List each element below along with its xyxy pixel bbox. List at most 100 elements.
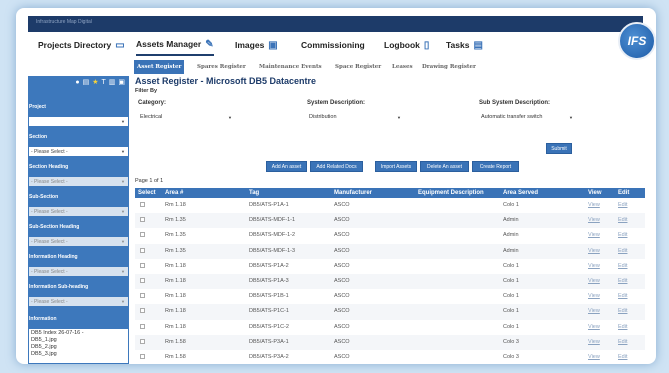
nav-logbook[interactable]: Logbook ▯ (384, 34, 429, 56)
cell-tag: DB5/ATS-P1A-3 (249, 277, 289, 284)
edit-link[interactable]: Edit (618, 248, 627, 254)
view-link[interactable]: View (588, 354, 600, 360)
information-heading-select[interactable]: - Please Select - ▼ (29, 267, 128, 276)
header-view: View (588, 190, 602, 196)
trash-icon[interactable]: ▥ (109, 78, 116, 86)
nav-assets-manager[interactable]: Assets Manager ✎ (136, 34, 214, 56)
chevron-down-icon: ▼ (397, 114, 401, 120)
nav-label: Tasks (446, 40, 470, 50)
sub-system-description-select[interactable]: Automatic transfer switch ▼ (479, 112, 575, 122)
view-link[interactable]: View (588, 202, 600, 208)
row-checkbox[interactable] (140, 323, 145, 329)
row-checkbox[interactable] (140, 338, 145, 344)
list-item[interactable]: DB5_2.jpg (31, 344, 126, 351)
edit-link[interactable]: Edit (618, 202, 627, 208)
list-item[interactable]: DB5_1.jpg (31, 337, 126, 344)
save-icon[interactable]: ▣ (118, 78, 125, 86)
list-item[interactable]: DB5_3.jpg (31, 351, 126, 358)
chevron-down-icon: ▼ (121, 239, 125, 244)
subtab-space-register[interactable]: Space Register (332, 60, 384, 74)
row-checkbox[interactable] (140, 277, 145, 283)
view-link[interactable]: View (588, 278, 600, 284)
header-select[interactable]: Select (138, 190, 156, 196)
delete-asset-button[interactable]: Delete An asset (420, 161, 469, 172)
add-asset-button[interactable]: Add An asset (266, 161, 307, 172)
subtab-drawing-register[interactable]: Drawing Register (419, 60, 479, 74)
information-sub-heading-select[interactable]: - Please Select - ▼ (29, 297, 128, 306)
edit-link[interactable]: Edit (618, 232, 627, 238)
section-select[interactable]: - Please Select - ▼ (29, 147, 128, 156)
document-icon[interactable]: ▤ (83, 78, 90, 86)
nav-images[interactable]: Images ▣ (235, 34, 278, 56)
sidebar-label-section: Section (29, 134, 48, 140)
row-checkbox[interactable] (140, 202, 145, 207)
view-link[interactable]: View (588, 263, 600, 269)
nav-projects-directory[interactable]: Projects Directory ▭ (38, 34, 125, 56)
cell-area: Rm 1.18 (165, 277, 186, 284)
edit-link[interactable]: Edit (618, 217, 627, 223)
view-link[interactable]: View (588, 217, 600, 223)
import-assets-button[interactable]: Import Assets (375, 161, 417, 172)
row-checkbox[interactable] (140, 293, 145, 299)
header-tag[interactable]: Tag (249, 190, 259, 196)
nav-tasks[interactable]: Tasks ▤ (446, 34, 483, 56)
subtab-asset-register[interactable]: Asset Register (134, 60, 185, 74)
subtab-maintenance-events[interactable]: Maintenance Events (256, 60, 325, 74)
star-icon[interactable]: ★ (92, 78, 98, 86)
add-related-docs-button[interactable]: Add Related Docs (310, 161, 363, 172)
category-select[interactable]: Electrical ▼ (138, 112, 234, 122)
dot-icon[interactable]: ● (75, 79, 79, 86)
header-area[interactable]: Area # (165, 190, 183, 196)
app-frame: Infrastructure Map Digital IFS Projects … (16, 8, 656, 364)
edit-link[interactable]: Edit (618, 308, 627, 314)
edit-link[interactable]: Edit (618, 339, 627, 345)
header-equipment-description[interactable]: Equipment Description (418, 190, 484, 196)
chevron-down-icon: ▼ (121, 209, 125, 214)
section-heading-select[interactable]: - Please Select - ▼ (29, 177, 128, 186)
view-link[interactable]: View (588, 324, 600, 330)
submit-button[interactable]: Submit (546, 143, 572, 154)
view-link[interactable]: View (588, 339, 600, 345)
row-checkbox[interactable] (140, 217, 145, 223)
sub-section-heading-select[interactable]: - Please Select - ▼ (29, 237, 128, 246)
sub-section-select[interactable]: - Please Select - ▼ (29, 207, 128, 216)
row-checkbox[interactable] (140, 262, 145, 268)
nav-commissioning[interactable]: Commissioning (301, 34, 365, 56)
system-description-select[interactable]: Distribution ▼ (307, 112, 403, 122)
view-link[interactable]: View (588, 293, 600, 299)
wrench-icon: ✎ (205, 38, 214, 50)
cell-manufacturer: ASCO (334, 338, 350, 345)
cell-manufacturer: ASCO (334, 202, 350, 208)
edit-link[interactable]: Edit (618, 324, 627, 330)
cell-tag: DB5/ATS-MDF-1-2 (249, 232, 296, 239)
text-icon[interactable]: T (101, 79, 105, 86)
select-value: - Please Select - (31, 148, 68, 155)
edit-link[interactable]: Edit (618, 263, 627, 269)
view-link[interactable]: View (588, 308, 600, 314)
list-item[interactable]: DB5 Index 26-07-16 - (31, 330, 126, 337)
row-checkbox[interactable] (140, 353, 145, 359)
chevron-down-icon: ▼ (121, 119, 125, 124)
project-select[interactable]: ▼ (29, 117, 128, 126)
view-link[interactable]: View (588, 248, 600, 254)
cell-area: Rm 1.18 (165, 308, 186, 315)
row-checkbox[interactable] (140, 247, 145, 253)
row-checkbox[interactable] (140, 308, 145, 314)
folder-icon: ▭ (115, 39, 125, 51)
cell-manufacturer: ASCO (334, 247, 350, 254)
header-manufacturer[interactable]: Manufacturer (334, 190, 372, 196)
information-file-list[interactable]: DB5 Index 26-07-16 - DB5_1.jpg DB5_2.jpg… (29, 329, 128, 363)
subtab-leases[interactable]: Leases (389, 60, 416, 74)
table-row: Rm 1.35 DB5/ATS-MDF-1-1 ASCO Admin View Edit (135, 213, 645, 229)
row-checkbox[interactable] (140, 232, 145, 238)
view-link[interactable]: View (588, 232, 600, 238)
header-area-served[interactable]: Area Served (503, 190, 538, 196)
edit-link[interactable]: Edit (618, 293, 627, 299)
tasks-icon: ▤ (473, 39, 483, 51)
create-report-button[interactable]: Create Report (472, 161, 519, 172)
category-label: Category: (138, 100, 167, 106)
edit-link[interactable]: Edit (618, 278, 627, 284)
cell-manufacturer: ASCO (334, 308, 350, 315)
subtab-spares-register[interactable]: Spares Register (194, 60, 249, 74)
edit-link[interactable]: Edit (618, 354, 627, 360)
